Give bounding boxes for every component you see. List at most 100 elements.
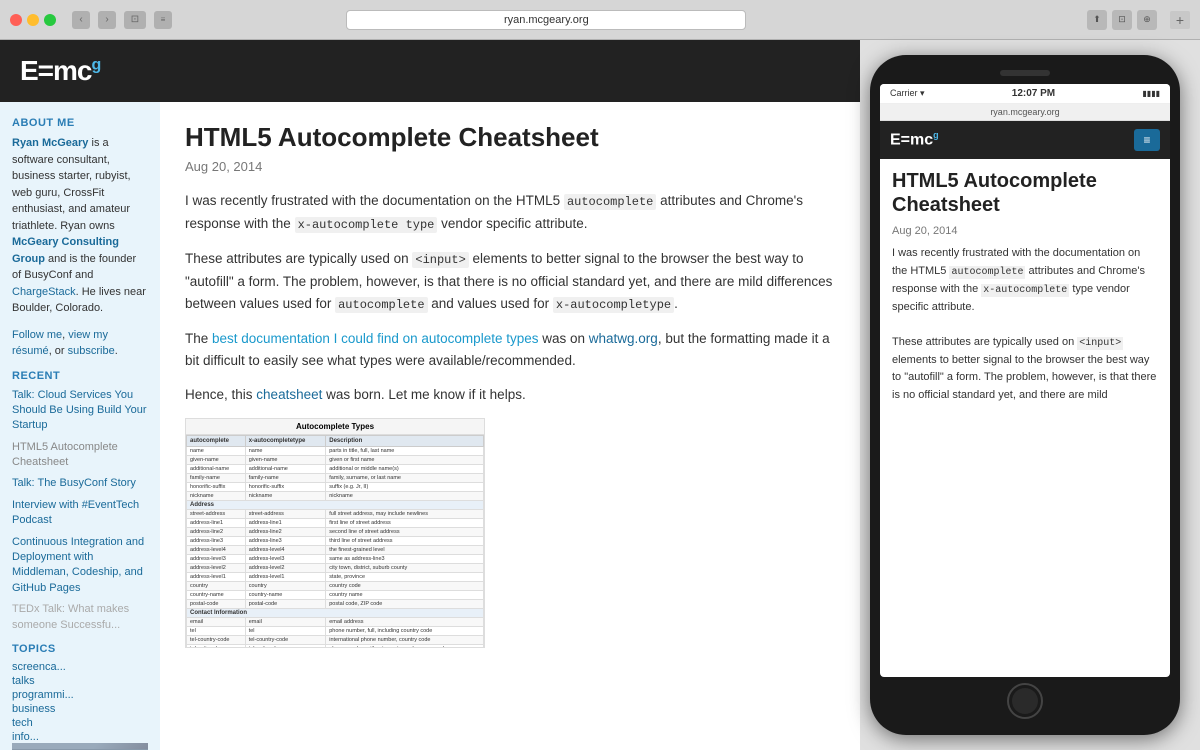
table-row: country-namecountry-namecountry name xyxy=(187,591,484,600)
cheatsheet-table: autocomplete x-autocompletetype Descript… xyxy=(186,435,484,648)
address-bar[interactable]: ryan.mcgeary.org xyxy=(346,10,746,30)
article-para-3: The best documentation I could find on a… xyxy=(185,328,835,373)
chargestack-link[interactable]: ChargeStack xyxy=(12,286,76,298)
table-row: honorific-suffixhonorific-suffixsuffix (… xyxy=(187,483,484,492)
topic-tech[interactable]: tech xyxy=(12,717,148,729)
recent-title: RECENT xyxy=(12,370,148,382)
topic-business[interactable]: business xyxy=(12,703,148,715)
table-row: street-addressstreet-addressfull street … xyxy=(187,510,484,519)
topic-programming[interactable]: programmi... xyxy=(12,689,148,701)
main-content: HTML5 Autocomplete Cheatsheet Aug 20, 20… xyxy=(160,102,860,750)
phone-menu-button[interactable]: ≡ xyxy=(1134,129,1160,151)
table-row: tel-country-codetel-country-codeinternat… xyxy=(187,636,484,645)
table-row: Contact Information xyxy=(187,609,484,618)
fullscreen-button[interactable] xyxy=(44,14,56,26)
avatar xyxy=(12,743,148,750)
table-row: address-level3address-level3same as addr… xyxy=(187,555,484,564)
phone-code-2: x-autocomplete xyxy=(981,284,1069,297)
follow-text: Follow me, view my résumé, or subscribe. xyxy=(12,327,148,360)
table-row: address-level4address-level4the finest-g… xyxy=(187,546,484,555)
list-button[interactable]: ≡ xyxy=(154,11,172,29)
topic-screencasts[interactable]: screenca... xyxy=(12,661,148,673)
table-row: address-line1address-line1first line of … xyxy=(187,519,484,528)
cheatsheet-image: Autocomplete Types autocomplete x-autoco… xyxy=(185,418,485,648)
phone-mockup: Carrier ▾ 12:07 PM ▮▮▮▮ ryan.mcgeary.org… xyxy=(870,55,1180,735)
hamburger-icon: ≡ xyxy=(1143,133,1150,147)
cheatsheet-link[interactable]: cheatsheet xyxy=(256,387,322,402)
recent-item-4[interactable]: Interview with #EventTech Podcast xyxy=(12,498,148,529)
phone-para-1: I was recently frustrated with the docum… xyxy=(892,245,1158,316)
bio-name: Ryan McGeary xyxy=(12,137,88,149)
article-para-1: I was recently frustrated with the docum… xyxy=(185,190,835,236)
table-row: additional-nameadditional-nameadditional… xyxy=(187,465,484,474)
phone-article-date: Aug 20, 2014 xyxy=(892,225,957,237)
tab-button[interactable]: ⊡ xyxy=(1112,10,1132,30)
col-description: Description xyxy=(326,436,484,447)
article-para-4: Hence, this cheatsheet was born. Let me … xyxy=(185,384,835,406)
about-title: ABOUT ME xyxy=(12,117,148,129)
phone-site-header: E=mcg ≡ xyxy=(880,121,1170,159)
best-docs-link[interactable]: best documentation I could find on autoc… xyxy=(212,331,538,346)
window-button[interactable]: ⊡ xyxy=(124,11,146,29)
table-row: emailemailemail address xyxy=(187,618,484,627)
table-row: postal-codepostal-codepostal code, ZIP c… xyxy=(187,600,484,609)
topic-talks[interactable]: talks xyxy=(12,675,148,687)
subscribe-link[interactable]: subscribe xyxy=(68,345,115,357)
recent-item-6[interactable]: TEDx Talk: What makes someone Successfu.… xyxy=(12,602,148,633)
table-row: tel-nationaltel-nationalphone number wit… xyxy=(187,645,484,649)
table-row: countrycountrycountry code xyxy=(187,582,484,591)
phone-screen: Carrier ▾ 12:07 PM ▮▮▮▮ ryan.mcgeary.org… xyxy=(880,84,1170,677)
topics-list: screenca... talks programmi... business … xyxy=(12,661,148,743)
site-header: E=mcg xyxy=(0,40,860,102)
recent-item-5[interactable]: Continuous Integration and Deployment wi… xyxy=(12,535,148,597)
table-row: nicknamenicknamenickname xyxy=(187,492,484,501)
code-x-autocomplete: x-autocomplete type xyxy=(295,217,438,233)
page-container: E=mcg ABOUT ME Ryan McGeary is a softwar… xyxy=(0,40,1200,750)
topic-info[interactable]: info... xyxy=(12,731,148,743)
follow-link[interactable]: Follow me xyxy=(12,329,62,341)
recent-item-2: HTML5 Autocomplete Cheatsheet xyxy=(12,440,148,471)
browser-actions: ⬆ ⊡ ⊕ xyxy=(1087,10,1157,30)
site-logo[interactable]: E=mcg xyxy=(20,55,100,87)
new-tab-button[interactable]: + xyxy=(1170,11,1190,29)
table-row: given-namegiven-namegiven or first name xyxy=(187,456,484,465)
article-title: HTML5 Autocomplete Cheatsheet xyxy=(185,122,835,153)
phone-home-button[interactable] xyxy=(1007,683,1043,719)
cheatsheet-header: Autocomplete Types xyxy=(186,419,484,435)
back-button[interactable]: ‹ xyxy=(72,11,90,29)
url-display: ryan.mcgeary.org xyxy=(504,14,589,26)
table-row: Address xyxy=(187,501,484,510)
forward-button[interactable]: › xyxy=(98,11,116,29)
table-row: address-level2address-level2city town, d… xyxy=(187,564,484,573)
table-row: teltelphone number, full, including coun… xyxy=(187,627,484,636)
bio-text: is a software consultant, business start… xyxy=(12,137,131,232)
phone-code-3: <input> xyxy=(1077,337,1123,350)
recent-item-3[interactable]: Talk: The BusyConf Story xyxy=(12,476,148,491)
close-button[interactable] xyxy=(10,14,22,26)
article-date: Aug 20, 2014 xyxy=(185,159,835,174)
website: E=mcg ABOUT ME Ryan McGeary is a softwar… xyxy=(0,40,860,750)
recent-item-1[interactable]: Talk: Cloud Services You Should Be Using… xyxy=(12,388,148,434)
share-button[interactable]: ⬆ xyxy=(1087,10,1107,30)
phone-url: ryan.mcgeary.org xyxy=(990,107,1059,117)
phone-content: HTML5 Autocomplete Cheatsheet Aug 20, 20… xyxy=(880,159,1170,677)
table-row: address-line3address-line3third line of … xyxy=(187,537,484,546)
bookmark-button[interactable]: ⊕ xyxy=(1137,10,1157,30)
phone-article-title: HTML5 Autocomplete Cheatsheet xyxy=(892,169,1158,217)
phone-speaker xyxy=(1000,70,1050,76)
col-autocomplete: autocomplete xyxy=(187,436,246,447)
phone-address-bar[interactable]: ryan.mcgeary.org xyxy=(880,104,1170,121)
phone-time: 12:07 PM xyxy=(1012,88,1055,99)
code-autocomplete: autocomplete xyxy=(564,194,656,210)
traffic-lights xyxy=(10,14,56,26)
minimize-button[interactable] xyxy=(27,14,39,26)
phone-logo[interactable]: E=mcg xyxy=(890,130,939,149)
logo-text: E=mc xyxy=(20,55,92,86)
whatwg-link[interactable]: whatwg.org xyxy=(589,331,658,346)
phone-home-inner xyxy=(1012,688,1038,714)
sidebar-bio: Ryan McGeary is a software consultant, b… xyxy=(12,135,148,317)
topics-title: TOPICS xyxy=(12,643,148,655)
phone-code-1: autocomplete xyxy=(949,266,1025,279)
site-body: ABOUT ME Ryan McGeary is a software cons… xyxy=(0,102,860,750)
article-para-2: These attributes are typically used on <… xyxy=(185,248,835,316)
